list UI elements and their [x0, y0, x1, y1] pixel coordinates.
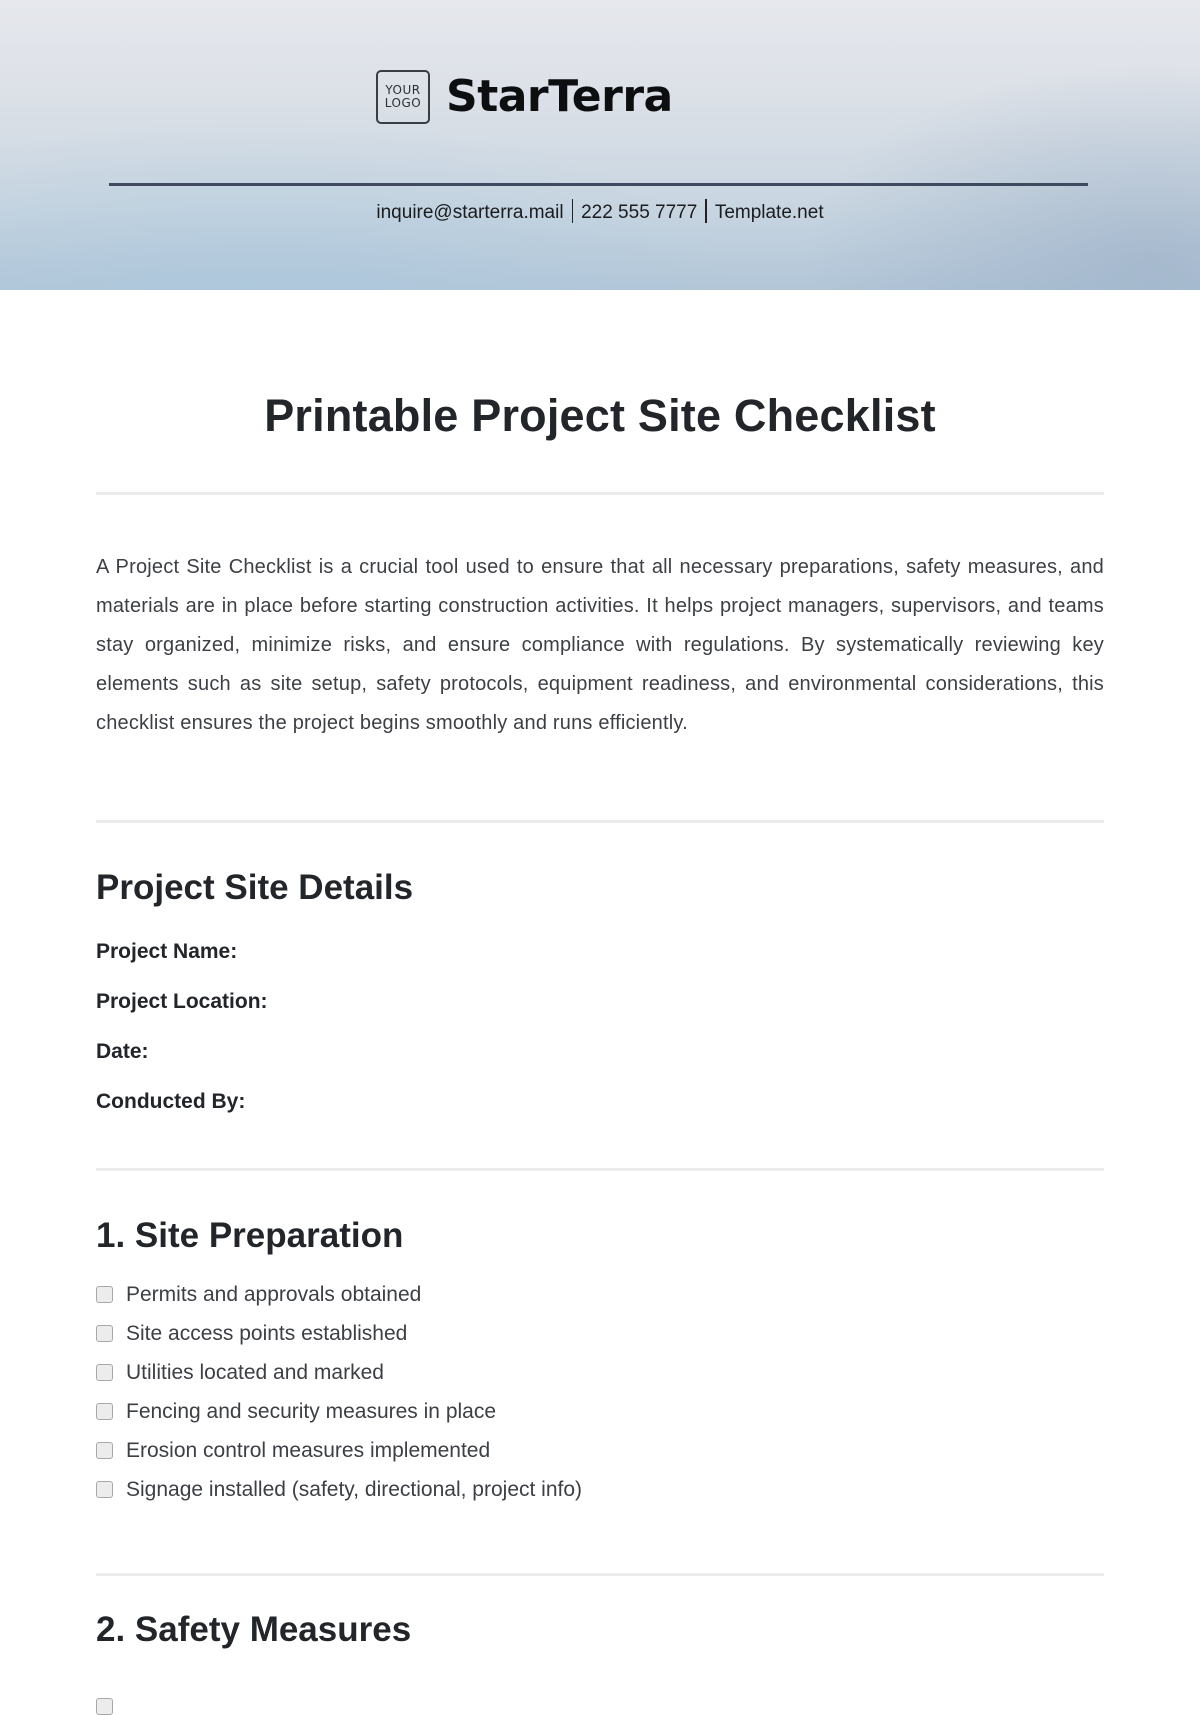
brand: YOUR LOGO StarTerra: [376, 68, 673, 126]
field-project-name: Project Name:: [96, 940, 237, 964]
contact-email: inquire@starterra.mail: [376, 202, 564, 223]
checklist-item: Signage installed (safety, directional, …: [96, 1470, 582, 1509]
contact-phone: 222 555 7777: [581, 202, 698, 223]
checklist-item-label: Fencing and security measures in place: [126, 1399, 497, 1423]
field-date: Date:: [96, 1040, 149, 1064]
checklist-item-label: Utilities located and marked: [126, 1360, 384, 1384]
checklist-item: Fencing and security measures in place: [96, 1392, 582, 1431]
checkbox[interactable]: [96, 1325, 113, 1342]
checklist-item-label: Site access points established: [126, 1321, 408, 1345]
divider: [96, 1168, 1104, 1171]
logo-text-line2: LOGO: [384, 96, 422, 110]
field-label: Project Location:: [96, 990, 268, 1013]
header-divider: [109, 183, 1088, 186]
checklist-item: Site access points established: [96, 1314, 582, 1353]
field-label: Conducted By:: [96, 1090, 246, 1113]
checkbox[interactable]: [96, 1481, 113, 1498]
contact-website: Template.net: [714, 202, 824, 223]
field-project-location: Project Location:: [96, 990, 268, 1014]
divider: [96, 1573, 1104, 1576]
letterhead-banner: YOUR LOGO StarTerra inquire@starterra.ma…: [0, 0, 1200, 290]
checklist-item-label: Signage installed (safety, directional, …: [126, 1477, 583, 1501]
field-conducted-by: Conducted By:: [96, 1090, 245, 1114]
checklist-item: Erosion control measures implemented: [96, 1431, 582, 1470]
checklist-item: Utilities located and marked: [96, 1353, 582, 1392]
document-title: Printable Project Site Checklist: [264, 390, 936, 441]
checkbox[interactable]: [96, 1442, 113, 1459]
section-title-site-preparation: 1. Site Preparation: [96, 1216, 404, 1255]
contact-separator: [571, 199, 574, 223]
divider: [96, 820, 1104, 823]
checklist-item-label: Permits and approvals obtained: [126, 1282, 422, 1306]
company-name: StarTerra: [446, 71, 673, 122]
section-title-project-site-details: Project Site Details: [96, 868, 414, 907]
checklist-item-label: Erosion control measures implemented: [126, 1438, 491, 1462]
logo-placeholder-icon: YOUR LOGO: [376, 70, 430, 124]
checkbox[interactable]: [96, 1403, 113, 1420]
checkbox[interactable]: [96, 1364, 113, 1381]
checklist-item: Permits and approvals obtained: [96, 1275, 582, 1314]
contact-line: inquire@starterra.mail 222 555 7777 Templa…: [0, 199, 1200, 224]
field-label: Project Name:: [96, 940, 238, 963]
contact-separator: [705, 199, 707, 223]
checkbox[interactable]: [96, 1286, 113, 1303]
intro-paragraph: A Project Site Checklist is a crucial to…: [96, 556, 1104, 734]
divider: [96, 492, 1104, 495]
section-title-safety-measures: 2. Safety Measures: [96, 1610, 412, 1649]
checklist-site-preparation: Permits and approvals obtained Site acce…: [96, 1275, 582, 1509]
field-label: Date:: [96, 1040, 149, 1063]
